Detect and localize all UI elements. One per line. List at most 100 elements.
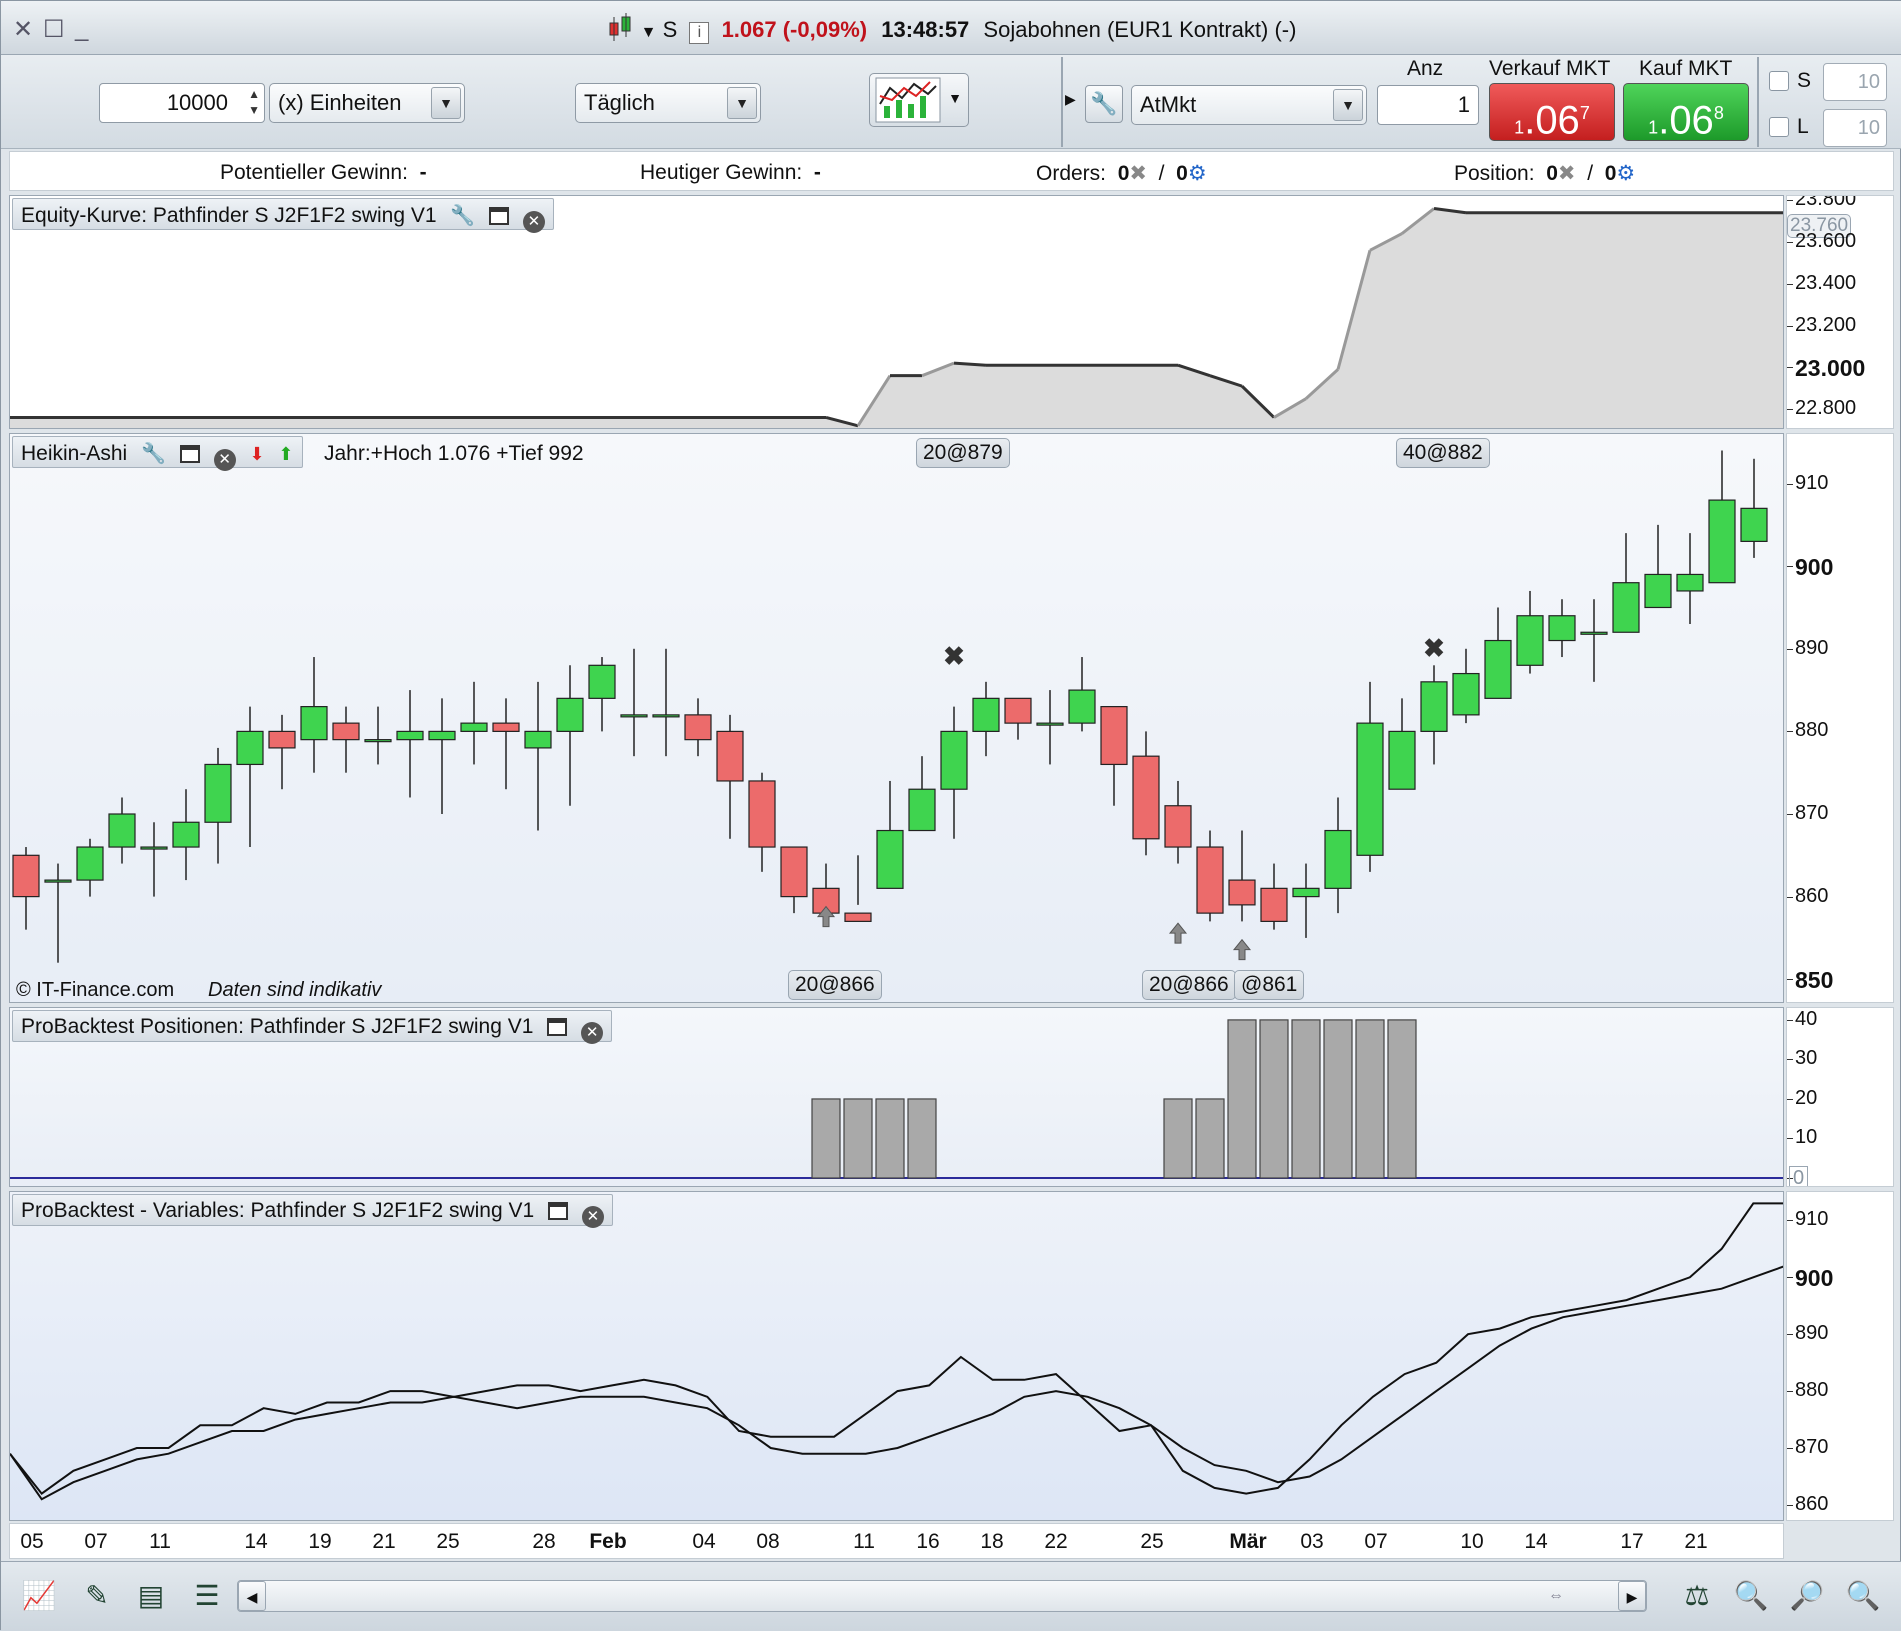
chevron-down-icon[interactable]: ▼ <box>431 87 461 119</box>
wrench-icon[interactable]: 🔧 <box>1085 85 1123 123</box>
limit-checkbox[interactable] <box>1769 117 1789 137</box>
copyright: © IT-Finance.com <box>16 979 175 1001</box>
info-icon[interactable]: i <box>689 22 710 44</box>
window-icon[interactable] <box>548 1202 569 1220</box>
stop-input[interactable]: 10 <box>1823 63 1887 101</box>
price-panel[interactable]: ✖ ✖ Heikin-Ashi 🔧 ✕ ⬇ ⬆ Jahr:+Hoch 1.076 … <box>9 433 1784 1003</box>
equity-panel[interactable]: Equity-Kurve: Pathfinder S J2F1F2 swing … <box>9 195 1784 429</box>
scroll-right-icon[interactable]: ▶ <box>1618 1581 1646 1611</box>
exit-signal-mark: ✖ <box>1423 633 1445 663</box>
variable-line-fast <box>10 1202 1783 1495</box>
zoom-in-icon[interactable]: 🔍 <box>1843 1576 1883 1616</box>
candle-body <box>108 813 136 848</box>
close-icon[interactable]: ✕ <box>581 1206 604 1228</box>
orders-settings-icon[interactable]: ⚙ <box>1188 162 1207 185</box>
axis-tick-label: 880 <box>1795 719 1829 742</box>
date-axis-label: 25 <box>436 1530 460 1553</box>
position-bar <box>843 1098 873 1179</box>
candle-body <box>1580 631 1608 635</box>
chart-type-dropdown-icon[interactable]: ▼ <box>641 24 657 41</box>
axis-tick-label: 910 <box>1795 471 1829 494</box>
axis-tick-label: 890 <box>1795 1322 1829 1345</box>
candle-body <box>428 730 456 741</box>
candle-body <box>1676 573 1704 592</box>
period-select[interactable]: Täglich ▼ <box>575 83 761 123</box>
axis-tick-mark <box>1787 1277 1793 1279</box>
trading-toolbar: 10000 ▲ ▼ (x) Einheiten ▼ Täglich ▼ ▼ ▶ 🔧… <box>1 55 1901 149</box>
axis-tick-mark <box>1787 1059 1793 1061</box>
window-icon[interactable] <box>179 445 200 463</box>
position-settings-icon[interactable]: ⚙ <box>1616 162 1635 185</box>
sell-price-sup: 7 <box>1579 103 1590 123</box>
axis-tick-label: 910 <box>1795 1208 1829 1231</box>
close-icon[interactable]: ✕ <box>213 449 236 471</box>
chevron-down-icon[interactable]: ▼ <box>727 87 757 119</box>
indicator-button[interactable]: ▼ <box>869 73 969 127</box>
equity-panel-title: Equity-Kurve: Pathfinder S J2F1F2 swing … <box>12 198 554 233</box>
disclaimer: Daten sind indikativ <box>208 979 382 1001</box>
axis-tick-label: 23.600 <box>1795 229 1857 252</box>
position-bar <box>811 1098 841 1179</box>
axis-tick-label: 20 <box>1795 1086 1818 1109</box>
order-type-select[interactable]: AtMkt ▼ <box>1131 85 1367 125</box>
axis-tick-label: 23.800 <box>1795 195 1857 211</box>
candle-body <box>940 730 968 790</box>
candle-body <box>1036 722 1064 726</box>
buy-label: Kauf MKT <box>1639 57 1733 80</box>
position-bar <box>875 1098 905 1179</box>
variables-panel[interactable]: ProBacktest - Variables: Pathfinder S J2… <box>9 1191 1784 1521</box>
close-icon[interactable]: ✕ <box>581 1022 604 1044</box>
buy-arrow-icon[interactable]: ⬆ <box>278 444 293 464</box>
close-position-icon[interactable]: ✖ <box>1558 162 1576 185</box>
date-axis-label: 17 <box>1620 1530 1644 1553</box>
chart-type-icon[interactable] <box>607 13 635 43</box>
quantity-stepper[interactable]: 10000 ▲ ▼ <box>99 83 265 123</box>
positions-title-text: ProBacktest Positionen: Pathfinder S J2F… <box>21 1015 534 1038</box>
properties-icon[interactable]: ▤ <box>131 1576 171 1616</box>
date-axis-label: 22 <box>1044 1530 1068 1553</box>
axis-tick-label: 860 <box>1795 1492 1829 1515</box>
wrench-icon[interactable]: 🔧 <box>141 441 166 466</box>
price-title-text: Heikin-Ashi <box>21 442 128 465</box>
positions-panel[interactable]: ProBacktest Positionen: Pathfinder S J2F… <box>9 1007 1784 1187</box>
window-icon[interactable] <box>547 1018 568 1036</box>
add-chart-icon[interactable]: 📈 <box>19 1576 59 1616</box>
chart-scrollbar[interactable]: ◀ ⇔ ▶ <box>237 1580 1647 1612</box>
stepper-arrows-icon[interactable]: ▲ ▼ <box>248 86 260 118</box>
zoom-fit-icon[interactable]: 🔍 <box>1731 1576 1771 1616</box>
units-select[interactable]: (x) Einheiten ▼ <box>269 83 465 123</box>
candle-body <box>140 846 168 850</box>
axis-tick-mark <box>1787 1220 1793 1222</box>
cancel-orders-icon[interactable]: ✖ <box>1129 162 1147 185</box>
candle-body <box>908 788 936 832</box>
candle-body <box>364 739 392 743</box>
drawing-tools-icon[interactable]: ✎ <box>77 1576 117 1616</box>
positions-y-axis: 40 30 20 10 0 <box>1786 1007 1894 1187</box>
anz-value: 1 <box>1457 92 1470 117</box>
buy-button[interactable]: 1.068 <box>1623 83 1749 142</box>
indicator-list-icon[interactable]: ☰ <box>187 1576 227 1616</box>
zoom-out-icon[interactable]: 🔎 <box>1787 1576 1827 1616</box>
position-bar <box>1387 1019 1417 1179</box>
potential-gain: Potentieller Gewinn: - <box>220 161 427 185</box>
sell-button[interactable]: 1.067 <box>1489 83 1615 142</box>
position-label: Position: <box>1454 162 1535 185</box>
sell-arrow-icon[interactable]: ⬇ <box>249 444 264 464</box>
wrench-icon[interactable]: 🔧 <box>450 203 475 228</box>
chart-settings-icon[interactable]: ⚖ <box>1677 1576 1717 1616</box>
scroll-thumb[interactable]: ⇔ <box>1548 1587 1564 1605</box>
anz-input[interactable]: 1 <box>1377 85 1479 125</box>
chevron-down-icon[interactable]: ▼ <box>1333 89 1363 121</box>
date-axis-label: 21 <box>1684 1530 1708 1553</box>
collapse-arrow-icon[interactable]: ▶ <box>1065 91 1076 108</box>
close-icon[interactable]: ✕ <box>522 211 545 233</box>
stop-checkbox[interactable] <box>1769 71 1789 91</box>
chevron-down-icon[interactable]: ▼ <box>948 90 962 106</box>
window-icon[interactable] <box>489 207 510 225</box>
limit-input[interactable]: 10 <box>1823 109 1887 147</box>
position-bar <box>1323 1019 1353 1179</box>
date-axis[interactable]: 05 07 11 14 19 21 25 28 Feb 04 08 11 16 18 22 25 Mär 03 07… <box>9 1523 1784 1559</box>
date-axis-label: 19 <box>308 1530 332 1553</box>
scroll-left-icon[interactable]: ◀ <box>238 1581 266 1611</box>
candle-body <box>1516 615 1544 666</box>
